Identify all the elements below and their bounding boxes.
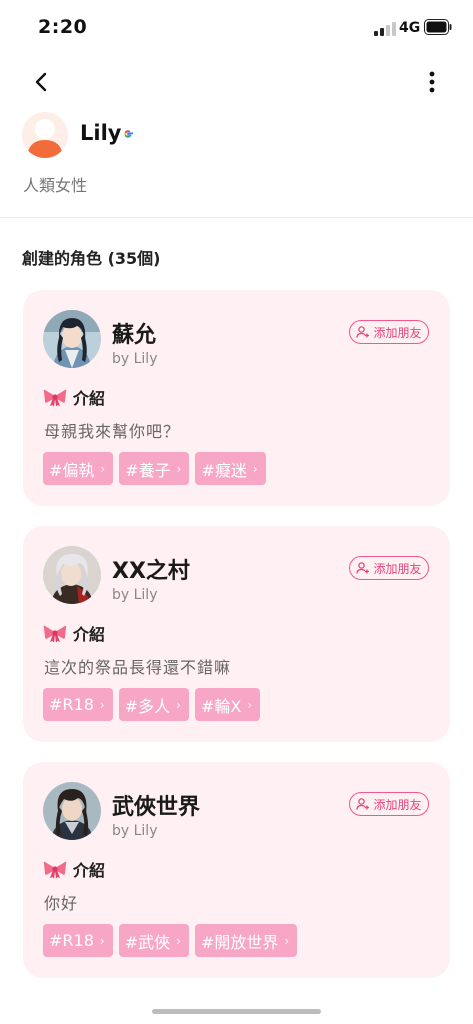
profile-description: 人類女性	[23, 176, 88, 195]
add-friend-label: 添加朋友	[373, 561, 422, 576]
add-user-icon	[356, 326, 370, 338]
add-friend-button[interactable]: 添加朋友	[349, 792, 429, 816]
chevron-right-icon: ›	[99, 697, 105, 712]
intro-label: 介紹	[73, 625, 106, 644]
intro-label: 介紹	[73, 389, 106, 408]
signal-icon	[374, 22, 396, 36]
chevron-right-icon: ›	[176, 461, 182, 476]
add-friend-button[interactable]: 添加朋友	[349, 320, 429, 344]
tag-chip[interactable]: #癡迷 ›	[195, 452, 266, 485]
tag-label: #武俠	[124, 932, 171, 952]
character-card[interactable]: XX之村 by Lily 添加朋友 介紹 這次的祭品長得還不錯嘛 #R18 › #…	[23, 526, 450, 742]
add-friend-button[interactable]: 添加朋友	[349, 556, 429, 580]
ribbon-icon	[43, 625, 67, 643]
divider	[0, 217, 473, 218]
tag-label: #癡迷	[201, 460, 247, 480]
tag-chip[interactable]: #R18 ›	[43, 688, 113, 721]
character-description: 你好	[44, 894, 79, 913]
tag-label: #R18	[49, 695, 94, 714]
tag-chip[interactable]: #偏執 ›	[43, 452, 114, 485]
tag-label: #開放世界	[200, 932, 279, 952]
tag-label: #R18	[49, 931, 94, 950]
tag-chip[interactable]: #R18 ›	[43, 924, 113, 957]
character-avatar	[43, 782, 101, 840]
add-user-icon	[356, 798, 370, 810]
profile-name: Lily	[80, 121, 122, 145]
tag-list: #偏執 › #養子 › #癡迷 ›	[43, 452, 266, 485]
battery-icon	[424, 19, 452, 35]
chevron-right-icon: ›	[284, 933, 290, 948]
home-indicator[interactable]	[152, 1009, 321, 1014]
intro-row: 介紹	[43, 385, 105, 409]
character-author: by Lily	[112, 351, 158, 367]
character-description: 母親我來幫你吧？	[44, 422, 181, 441]
tag-chip[interactable]: #開放世界 ›	[194, 924, 298, 957]
profile-avatar	[22, 112, 68, 158]
tag-chip[interactable]: #輪X ›	[194, 688, 261, 721]
character-avatar	[43, 546, 101, 604]
chevron-right-icon: ›	[99, 933, 105, 948]
ribbon-icon	[43, 861, 67, 879]
add-friend-label: 添加朋友	[373, 325, 422, 340]
ribbon-icon	[43, 389, 67, 407]
chevron-right-icon: ›	[247, 697, 253, 712]
tag-label: #偏執	[49, 460, 95, 480]
status-bar: 2:20 4G	[0, 0, 473, 56]
back-arrow-icon[interactable]	[28, 68, 56, 96]
intro-row: 介紹	[43, 621, 105, 645]
add-user-icon	[356, 562, 370, 574]
chevron-right-icon: ›	[176, 933, 181, 948]
tag-label: #輪X	[200, 696, 242, 716]
character-description: 這次的祭品長得還不錯嘛	[44, 658, 232, 677]
chevron-right-icon: ›	[176, 697, 181, 712]
character-author: by Lily	[112, 823, 158, 839]
tag-list: #R18 › #多人 › #輪X ›	[43, 688, 261, 721]
character-name: XX之村	[112, 559, 190, 584]
tag-chip[interactable]: #養子 ›	[119, 452, 190, 485]
network-label: 4G	[399, 20, 421, 36]
tag-label: #養子	[125, 460, 171, 480]
tag-chip[interactable]: #多人 ›	[118, 688, 189, 721]
character-avatar	[43, 310, 101, 368]
character-name: 蘇允	[112, 323, 157, 348]
add-friend-label: 添加朋友	[373, 797, 422, 812]
tag-chip[interactable]: #武俠 ›	[118, 924, 189, 957]
status-time: 2:20	[38, 16, 88, 38]
more-vertical-icon[interactable]	[418, 68, 446, 96]
character-card[interactable]: 武俠世界 by Lily 添加朋友 介紹 你好 #R18 › #武俠 › #開放世界…	[23, 762, 450, 978]
character-card[interactable]: 蘇允 by Lily 添加朋友 介紹 母親我來幫你吧？ #偏執 › #養子 › #癡…	[23, 290, 450, 506]
character-author: by Lily	[112, 587, 158, 603]
chevron-right-icon: ›	[252, 461, 258, 476]
google-icon	[124, 130, 133, 138]
section-title: 創建的角色 (35個)	[22, 249, 161, 268]
tag-list: #R18 › #武俠 › #開放世界 ›	[43, 924, 298, 957]
intro-row: 介紹	[43, 857, 105, 881]
character-name: 武俠世界	[112, 795, 201, 820]
tag-label: #多人	[124, 696, 171, 716]
intro-label: 介紹	[73, 861, 106, 880]
chevron-right-icon: ›	[100, 461, 106, 476]
